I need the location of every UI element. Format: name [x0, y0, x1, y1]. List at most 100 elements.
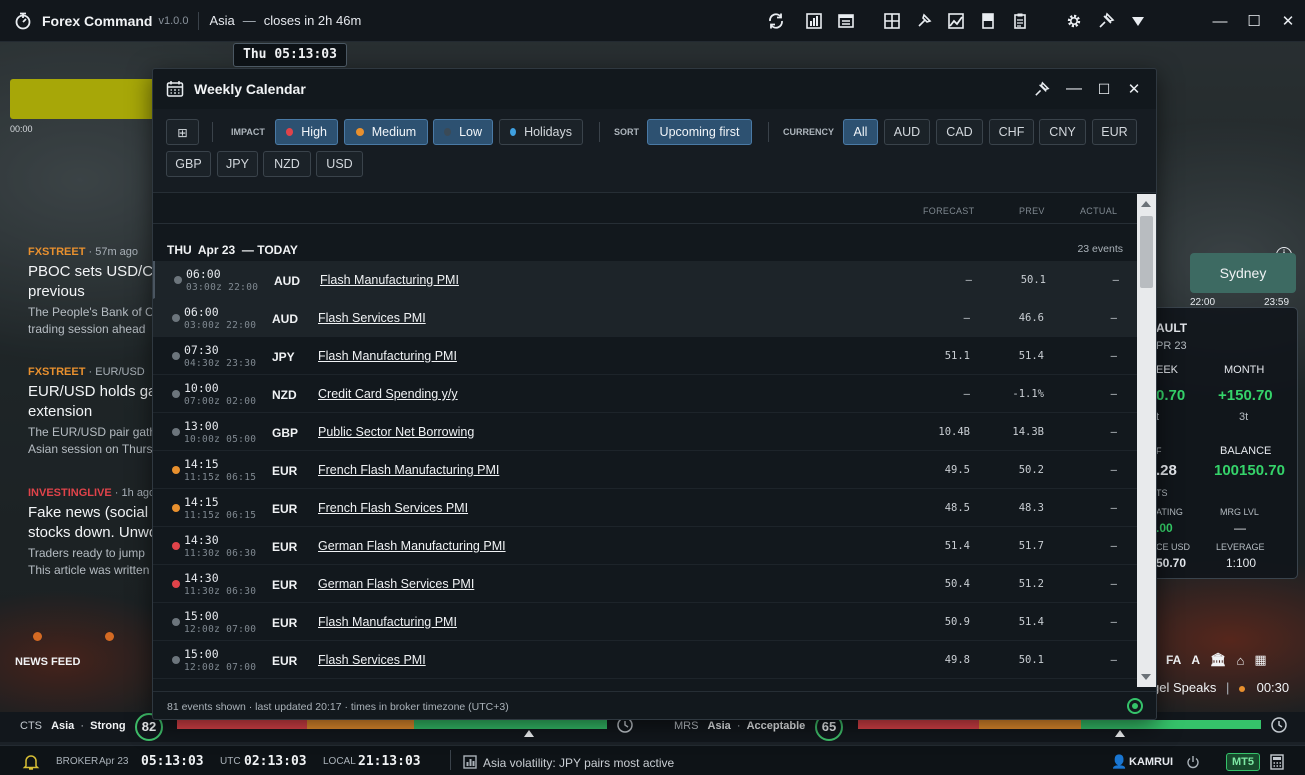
table-row[interactable]: 14:15 11:15z 06:15 EUR French Flash Service… — [153, 489, 1137, 527]
minimize-icon[interactable]: — — [1059, 69, 1089, 109]
institution-icon[interactable]: ⌂ — [1237, 653, 1245, 668]
event-currency: EUR — [272, 464, 298, 478]
event-actual: – — [1110, 540, 1117, 552]
impact-dot — [172, 504, 180, 512]
currency-eur-button[interactable]: EUR — [1092, 119, 1137, 145]
event-time: 07:30 — [184, 343, 219, 357]
impact-low-button[interactable]: Low — [433, 119, 493, 145]
impact-holidays-button[interactable]: Holidays — [499, 119, 583, 145]
event-actual: – — [1112, 274, 1119, 286]
event-prev: 51.7 — [1018, 540, 1044, 552]
power-icon[interactable] — [1186, 755, 1200, 769]
event-name-link[interactable]: Flash Manufacturing PMI — [320, 273, 459, 287]
carousel-dot[interactable] — [33, 632, 42, 641]
maximize-icon[interactable]: ☐ — [1237, 0, 1271, 42]
table-row[interactable]: 14:30 11:30z 06:30 EUR German Flash Manufac… — [153, 527, 1137, 565]
grid-icon[interactable] — [876, 0, 908, 42]
impact-medium-button[interactable]: Medium — [344, 119, 428, 145]
event-name-link[interactable]: Public Sector Net Borrowing — [318, 425, 474, 439]
bell-icon[interactable] — [22, 753, 40, 771]
bank-icon[interactable]: 🏛 — [1210, 652, 1227, 668]
dropdown-icon[interactable] — [1122, 0, 1154, 42]
history-icon[interactable] — [1270, 716, 1288, 734]
filter-separator — [768, 122, 769, 142]
gear-icon[interactable] — [1058, 0, 1090, 42]
table-row[interactable]: 15:00 12:00z 07:00 EUR Flash Manufacturing … — [153, 603, 1137, 641]
table-row[interactable]: 14:15 11:15z 06:15 EUR French Flash Manufac… — [153, 451, 1137, 489]
platform-badge[interactable]: MT5 — [1226, 753, 1260, 771]
calendar-grid-icon[interactable]: ▦ — [1254, 652, 1266, 668]
event-forecast: 48.5 — [944, 502, 970, 514]
grid-toggle-button[interactable]: ⊞ — [166, 119, 199, 145]
event-currency: AUD — [274, 274, 300, 288]
event-name-link[interactable]: Flash Services PMI — [318, 653, 426, 667]
event-name-link[interactable]: French Flash Services PMI — [318, 501, 468, 515]
event-name-link[interactable]: Flash Services PMI — [318, 311, 426, 325]
event-name-link[interactable]: German Flash Services PMI — [318, 577, 474, 591]
event-name-link[interactable]: Flash Manufacturing PMI — [318, 615, 457, 629]
table-row[interactable]: 06:00 03:00z 22:00 AUD Flash Services PMI – 4… — [153, 299, 1137, 337]
book-icon[interactable] — [972, 0, 1004, 42]
close-icon[interactable]: ✕ — [1271, 0, 1305, 42]
currency-cad-button[interactable]: CAD — [936, 119, 983, 145]
next-event[interactable]: gel Speaks | 00:30 — [1152, 680, 1289, 695]
event-name-link[interactable]: Flash Manufacturing PMI — [318, 349, 457, 363]
currency-usd-button[interactable]: USD — [316, 151, 363, 177]
table-row[interactable]: 15:00 12:00z 07:00 EUR Flash Services PMI 49… — [153, 641, 1137, 679]
stats-label: TS — [1156, 488, 1168, 498]
a-toggle[interactable]: A — [1191, 653, 1200, 667]
event-forecast: 49.5 — [944, 464, 970, 476]
calendar-header: Weekly Calendar — [153, 69, 1156, 109]
bar-chart-icon[interactable] — [798, 0, 830, 42]
clipboard-icon[interactable] — [1004, 0, 1036, 42]
table-row[interactable]: 13:00 10:00z 05:00 GBP Public Sector Net Bo… — [153, 413, 1137, 451]
minimize-icon[interactable]: — — [1203, 0, 1237, 42]
image-chart-icon[interactable] — [940, 0, 972, 42]
table-header: FORECAST PREV ACTUAL — [153, 194, 1137, 224]
event-name-link[interactable]: French Flash Manufacturing PMI — [318, 463, 499, 477]
currency-chf-button[interactable]: CHF — [989, 119, 1034, 145]
event-currency: JPY — [272, 350, 295, 364]
fa-toggle[interactable]: FA — [1166, 653, 1181, 667]
calendar-footer: 81 events shown · last updated 20:17 · t… — [153, 691, 1156, 719]
session-chip-sydney[interactable]: Sydney — [1190, 253, 1296, 293]
currency-cny-button[interactable]: CNY — [1039, 119, 1086, 145]
sync-icon[interactable] — [760, 0, 792, 42]
table-row[interactable]: 07:30 04:30z 23:30 JPY Flash Manufacturing … — [153, 337, 1137, 375]
pin-icon[interactable] — [1026, 69, 1056, 109]
impact-label: IMPACT — [231, 127, 265, 137]
currency-all-button[interactable]: All — [843, 119, 878, 145]
maximize-icon[interactable]: ☐ — [1089, 69, 1119, 109]
event-name-link[interactable]: Credit Card Spending y/y — [318, 387, 458, 401]
currency-gbp-button[interactable]: GBP — [166, 151, 211, 177]
currency-aud-button[interactable]: AUD — [884, 119, 930, 145]
user-name[interactable]: KAMRUI — [1129, 756, 1173, 768]
sort-upcoming-button[interactable]: Upcoming first — [647, 119, 752, 145]
status-message: Asia volatility: JPY pairs most active — [483, 756, 675, 770]
scroll-down-arrow[interactable] — [1141, 674, 1151, 680]
table-row[interactable]: 14:30 11:30z 06:30 EUR German Flash Service… — [153, 565, 1137, 603]
events-table: FORECAST PREV ACTUAL THU Apr 23 — TODAY … — [153, 194, 1137, 687]
live-status-icon — [1127, 698, 1143, 714]
currency-jpy-button[interactable]: JPY — [217, 151, 258, 177]
pin-tool-icon[interactable] — [908, 0, 940, 42]
event-time-alt: 12:00z 07:00 — [184, 624, 257, 635]
currency-nzd-button[interactable]: NZD — [263, 151, 311, 177]
table-row[interactable]: 06:00 03:00z 22:00 AUD Flash Manufacturing … — [153, 261, 1137, 299]
scroll-up-arrow[interactable] — [1141, 201, 1151, 207]
carousel-dot[interactable] — [105, 632, 114, 641]
news-icon[interactable] — [830, 0, 862, 42]
user-icon[interactable]: 👤 — [1111, 754, 1127, 770]
mrs-marker — [1115, 730, 1125, 737]
impact-dot — [174, 276, 182, 284]
vertical-scrollbar[interactable] — [1137, 194, 1156, 687]
event-name-link[interactable]: German Flash Manufacturing PMI — [318, 539, 506, 553]
table-row[interactable]: 10:00 07:00z 02:00 NZD Credit Card Spending… — [153, 375, 1137, 413]
calculator-icon[interactable] — [1269, 754, 1285, 770]
impact-dot — [172, 656, 180, 664]
impact-high-button[interactable]: High — [275, 119, 338, 145]
close-icon[interactable]: ✕ — [1119, 69, 1149, 109]
pin-icon[interactable] — [1090, 0, 1122, 42]
scroll-thumb[interactable] — [1140, 216, 1153, 288]
actual-column-header: ACTUAL — [1080, 206, 1118, 216]
